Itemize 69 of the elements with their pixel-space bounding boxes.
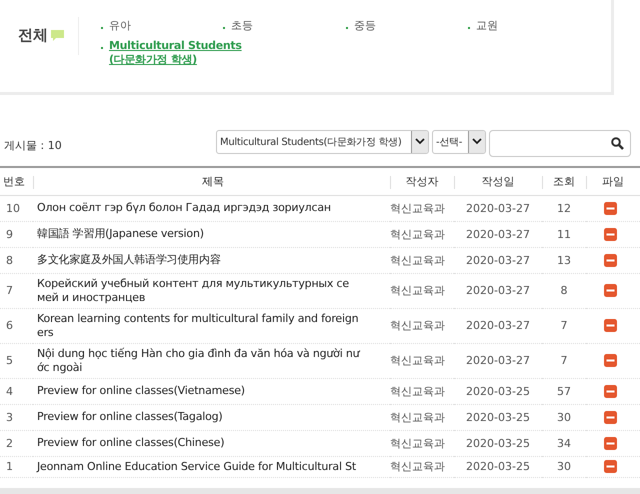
table-cell: 혁신교육과 bbox=[390, 319, 445, 332]
column-header: 조회 bbox=[553, 174, 575, 188]
column-header: 작성일 bbox=[482, 174, 514, 188]
table-cell: 2020-03-27 bbox=[466, 284, 530, 297]
field-select[interactable]: -선택- bbox=[432, 130, 486, 154]
table-cell: 2020-03-25 bbox=[466, 436, 530, 450]
column-header: 작성자 bbox=[406, 174, 438, 188]
category-link[interactable]: 교원 bbox=[476, 19, 498, 33]
table-cell: 혁신교육과 bbox=[390, 460, 445, 473]
table-cell: 11 bbox=[557, 228, 571, 240]
table-cell: 8 bbox=[6, 254, 13, 266]
post-title-link[interactable]: 多文化家庭及外国人韩语学习使用内容 bbox=[37, 250, 390, 270]
post-title-link[interactable]: Jeonnam Online Education Service Guide for Multicultural St bbox=[37, 456, 390, 476]
post-title-link[interactable]: Preview for online classes(Chinese) bbox=[37, 433, 390, 453]
table-cell: 7 bbox=[560, 354, 568, 367]
speech-bubble-icon bbox=[51, 30, 64, 41]
post-count: 게시물 : 10 bbox=[4, 138, 62, 153]
table-cell: 혁신교육과 bbox=[390, 254, 445, 266]
table-cell: 12 bbox=[557, 202, 571, 214]
table-cell: 혁신교육과 bbox=[390, 228, 445, 240]
table-cell: 30 bbox=[557, 410, 571, 424]
category-link[interactable]: Multicultural Students (다문화가정 학생) bbox=[109, 39, 242, 67]
table-cell: 10 bbox=[6, 202, 20, 214]
table-cell: 30 bbox=[557, 460, 571, 473]
post-title-link[interactable]: Корейский учебный контент для мультикультурных се мей и иностранцев bbox=[37, 274, 390, 308]
table-cell: 2020-03-25 bbox=[466, 384, 530, 398]
table-cell: 혁신교육과 bbox=[390, 384, 445, 398]
table-cell: 2020-03-25 bbox=[466, 410, 530, 424]
table-cell: 2020-03-25 bbox=[466, 460, 530, 473]
table-cell: 8 bbox=[560, 284, 568, 297]
table-cell: 2020-03-27 bbox=[466, 254, 530, 266]
category-link[interactable]: 초등 bbox=[231, 19, 253, 33]
category-link[interactable]: 유아 bbox=[109, 19, 131, 33]
category-link[interactable]: 중등 bbox=[354, 19, 376, 33]
table-cell: 57 bbox=[557, 384, 571, 398]
table-cell: 9 bbox=[6, 228, 13, 240]
table-cell: 7 bbox=[560, 319, 568, 332]
category-title: 전체 bbox=[18, 26, 48, 45]
table-cell: 2020-03-27 bbox=[466, 319, 530, 332]
category-select[interactable]: Multicultural Students(다문화가정 학생) bbox=[216, 130, 429, 154]
column-header: 제목 bbox=[202, 174, 224, 188]
table-cell: 2 bbox=[6, 436, 13, 450]
table-cell: 혁신교육과 bbox=[390, 410, 445, 424]
post-title-link[interactable]: Korean learning contents for multicultural family and foreign ers bbox=[37, 308, 390, 342]
table-cell: 13 bbox=[557, 254, 571, 266]
post-title-link[interactable]: 韓国語 学習用(Japanese version) bbox=[37, 224, 390, 244]
table-cell: 2020-03-27 bbox=[466, 202, 530, 214]
table-cell: 2020-03-27 bbox=[466, 354, 530, 367]
column-header: 파일 bbox=[602, 174, 624, 188]
table-cell: 6 bbox=[6, 319, 13, 332]
table-cell: 혁신교육과 bbox=[390, 436, 445, 450]
search-icon bbox=[611, 136, 624, 150]
post-title-link[interactable]: Preview for online classes(Tagalog) bbox=[37, 407, 390, 427]
table-cell: 혁신교육과 bbox=[390, 202, 445, 214]
table-cell: 혁신교육과 bbox=[390, 284, 445, 297]
post-title-link[interactable]: Олон соёлт гэр бүл болон Гадад иргэдэд зориулсан bbox=[37, 198, 390, 218]
column-header: 번호 bbox=[3, 174, 25, 188]
table-cell: 2020-03-27 bbox=[466, 228, 530, 240]
table-cell: 7 bbox=[6, 284, 13, 297]
search-field[interactable] bbox=[489, 130, 631, 156]
table-cell: 1 bbox=[6, 460, 13, 473]
post-title-link[interactable]: Preview for online classes(Vietnamese) bbox=[37, 381, 390, 401]
table-cell: 5 bbox=[6, 354, 13, 367]
table-cell: 혁신교육과 bbox=[390, 354, 445, 367]
post-title-link[interactable]: Nội dung học tiếng Hàn cho gia đình đa văn hóa và người nư ớc ngoài bbox=[37, 344, 390, 378]
table-cell: 34 bbox=[557, 436, 571, 450]
table-cell: 3 bbox=[6, 410, 13, 424]
horizontal-scrollbar[interactable] bbox=[0, 488, 640, 494]
table-cell: 4 bbox=[6, 384, 13, 398]
